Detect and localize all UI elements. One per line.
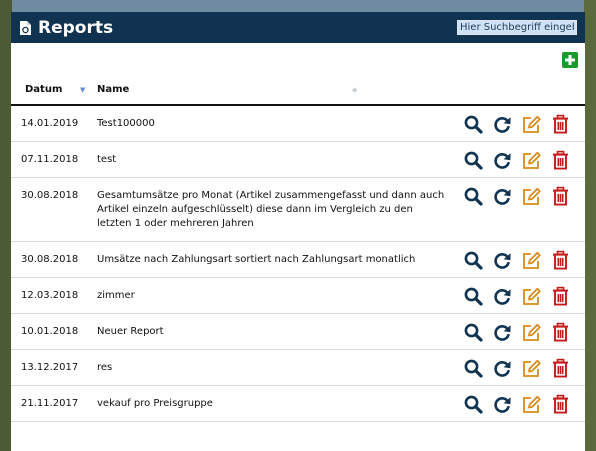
search-icon[interactable] xyxy=(463,250,484,271)
search-icon[interactable] xyxy=(463,286,484,307)
background-right xyxy=(584,0,596,451)
search-icon[interactable] xyxy=(463,322,484,343)
column-header-date-label: Datum xyxy=(25,83,63,95)
edit-icon[interactable] xyxy=(521,114,542,135)
sort-both-icon: ◆ xyxy=(352,86,358,94)
report-date: 21.11.2017 xyxy=(11,385,87,422)
refresh-icon[interactable] xyxy=(492,394,513,415)
trash-icon[interactable] xyxy=(550,358,571,379)
table-row: 30.08.2018 Umsätze nach Zahlungsart sort… xyxy=(11,241,585,278)
report-date: 14.01.2019 xyxy=(11,105,87,142)
report-name: test xyxy=(87,141,447,178)
edit-icon[interactable] xyxy=(521,322,542,343)
row-actions xyxy=(447,241,585,278)
edit-icon[interactable] xyxy=(521,250,542,271)
report-name: Test100000 xyxy=(87,105,447,142)
refresh-icon[interactable] xyxy=(492,286,513,307)
row-actions xyxy=(447,349,585,386)
reports-panel: Reports Datum ▼ Name ◆ xyxy=(11,12,585,451)
table-row: 10.01.2018 Neuer Report xyxy=(11,313,585,350)
edit-icon[interactable] xyxy=(521,394,542,415)
table-row: 30.08.2018 Gesamtumsätze pro Monat (Arti… xyxy=(11,177,585,242)
table-row: 13.12.2017 res xyxy=(11,349,585,386)
plus-icon xyxy=(565,55,575,65)
trash-icon[interactable] xyxy=(550,394,571,415)
search-icon[interactable] xyxy=(463,358,484,379)
report-date: 10.01.2018 xyxy=(11,313,87,350)
reports-table: Datum ▼ Name ◆ 14.01.2019 Test100000 07.… xyxy=(11,74,585,422)
row-actions xyxy=(447,141,585,178)
edit-icon[interactable] xyxy=(521,286,542,307)
refresh-icon[interactable] xyxy=(492,322,513,343)
report-date: 13.12.2017 xyxy=(11,349,87,386)
refresh-icon[interactable] xyxy=(492,186,513,207)
report-date: 30.08.2018 xyxy=(11,241,87,278)
sort-desc-icon: ▼ xyxy=(80,86,86,94)
toolbar xyxy=(11,43,585,74)
row-actions xyxy=(447,105,585,142)
report-date: 30.08.2018 xyxy=(11,177,87,242)
trash-icon[interactable] xyxy=(550,114,571,135)
row-actions xyxy=(447,313,585,350)
table-body: 14.01.2019 Test100000 07.11.2018 test 30… xyxy=(11,105,585,422)
document-icon xyxy=(19,20,32,36)
row-actions xyxy=(447,177,585,242)
trash-icon[interactable] xyxy=(550,186,571,207)
search-icon[interactable] xyxy=(463,186,484,207)
trash-icon[interactable] xyxy=(550,250,571,271)
report-name: zimmer xyxy=(87,277,447,314)
table-row: 07.11.2018 test xyxy=(11,141,585,178)
report-date: 12.03.2018 xyxy=(11,277,87,314)
trash-icon[interactable] xyxy=(550,322,571,343)
search-icon[interactable] xyxy=(463,150,484,171)
search-icon[interactable] xyxy=(463,114,484,135)
report-name: Neuer Report xyxy=(87,313,447,350)
row-actions xyxy=(447,277,585,314)
edit-icon[interactable] xyxy=(521,358,542,379)
report-name: Gesamtumsätze pro Monat (Artikel zusamme… xyxy=(87,177,447,242)
refresh-icon[interactable] xyxy=(492,358,513,379)
edit-icon[interactable] xyxy=(521,186,542,207)
refresh-icon[interactable] xyxy=(492,150,513,171)
trash-icon[interactable] xyxy=(550,286,571,307)
refresh-icon[interactable] xyxy=(492,114,513,135)
table-row: 12.03.2018 zimmer xyxy=(11,277,585,314)
report-name: res xyxy=(87,349,447,386)
page-title: Reports xyxy=(38,17,114,38)
table-row: 21.11.2017 vekauf pro Preisgruppe xyxy=(11,385,585,422)
search-input[interactable] xyxy=(457,20,577,35)
column-header-date[interactable]: Datum ▼ xyxy=(11,74,87,106)
add-report-button[interactable] xyxy=(562,52,578,68)
table-row: 14.01.2019 Test100000 xyxy=(11,105,585,142)
report-name: Umsätze nach Zahlungsart sortiert nach Z… xyxy=(87,241,447,278)
report-name: vekauf pro Preisgruppe xyxy=(87,385,447,422)
table-header-row: Datum ▼ Name ◆ xyxy=(11,74,585,106)
column-header-name[interactable]: Name ◆ xyxy=(87,74,447,106)
panel-header: Reports xyxy=(11,12,585,43)
title-wrap: Reports xyxy=(19,18,113,38)
column-header-name-label: Name xyxy=(97,83,130,95)
edit-icon[interactable] xyxy=(521,150,542,171)
report-date: 07.11.2018 xyxy=(11,141,87,178)
column-header-actions xyxy=(447,74,585,106)
row-actions xyxy=(447,385,585,422)
trash-icon[interactable] xyxy=(550,150,571,171)
refresh-icon[interactable] xyxy=(492,250,513,271)
search-icon[interactable] xyxy=(463,394,484,415)
